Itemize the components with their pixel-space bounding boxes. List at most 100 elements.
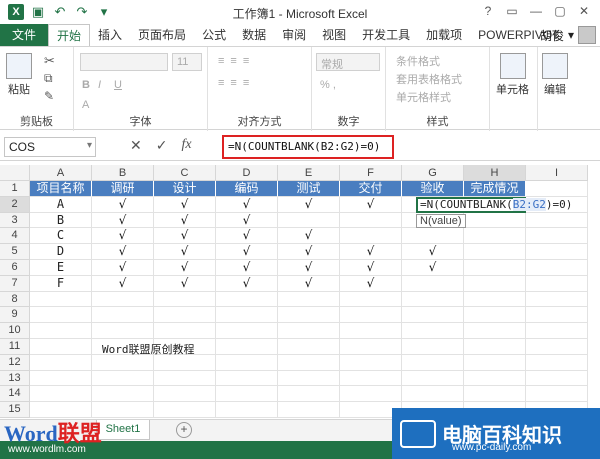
grid-cell[interactable] [526, 212, 588, 229]
grid-cell[interactable] [92, 370, 154, 387]
check-cell[interactable]: √ [340, 196, 402, 213]
save-icon[interactable]: ▣ [30, 4, 46, 20]
check-cell[interactable]: √ [92, 244, 154, 260]
row-header[interactable]: 13 [0, 370, 30, 387]
check-cell[interactable]: √ [92, 260, 154, 276]
number-format-select[interactable]: 常规 [316, 53, 380, 71]
grid-cell[interactable] [526, 339, 588, 355]
grid-cell[interactable] [526, 291, 588, 308]
grid-cell[interactable] [526, 354, 588, 371]
grid-cell[interactable] [464, 244, 526, 260]
check-cell[interactable]: √ [92, 275, 154, 292]
italic-button[interactable]: I [98, 79, 101, 91]
check-cell[interactable] [340, 212, 402, 229]
check-cell[interactable]: √ [340, 260, 402, 276]
grid-cell[interactable] [526, 275, 588, 292]
grid-cell[interactable] [92, 307, 154, 324]
column-header[interactable]: F [340, 165, 402, 181]
project-name-cell[interactable]: A [30, 196, 92, 213]
row-header[interactable]: 8 [0, 291, 30, 308]
project-name-cell[interactable]: F [30, 275, 92, 292]
grid-cell[interactable] [526, 370, 588, 387]
check-cell[interactable]: √ [154, 228, 216, 245]
enter-icon[interactable]: ✓ [156, 137, 168, 154]
tab-data[interactable]: 数据 [234, 24, 274, 46]
conditional-format-button[interactable]: 条件格式 [396, 53, 440, 69]
cells-button[interactable]: 单元格 [496, 53, 529, 97]
check-cell[interactable] [278, 212, 340, 229]
column-header[interactable]: G [402, 165, 464, 181]
close-button[interactable]: ✕ [572, 0, 596, 22]
grid-cell[interactable] [30, 307, 92, 324]
row-header[interactable]: 6 [0, 260, 30, 276]
help-button[interactable]: ? [476, 0, 500, 22]
grid-cell[interactable] [526, 228, 588, 245]
check-cell[interactable]: √ [92, 228, 154, 245]
grid-cell[interactable] [464, 354, 526, 371]
check-cell[interactable]: √ [154, 260, 216, 276]
tab-home[interactable]: 开始 [48, 24, 91, 46]
check-cell[interactable]: √ [402, 244, 464, 260]
paste-button[interactable]: 粘贴 [6, 53, 32, 97]
select-all-corner[interactable] [0, 165, 30, 181]
grid-cell[interactable] [278, 291, 340, 308]
check-cell[interactable]: √ [216, 260, 278, 276]
customize-qat-icon[interactable]: ▾ [96, 4, 112, 20]
grid-cell[interactable] [154, 323, 216, 339]
grid-cell[interactable] [402, 354, 464, 371]
grid-cell[interactable] [30, 354, 92, 371]
grid-cell[interactable] [402, 370, 464, 387]
check-cell[interactable] [340, 228, 402, 245]
grid-cell[interactable] [526, 244, 588, 260]
project-name-cell[interactable]: D [30, 244, 92, 260]
row-header[interactable]: 4 [0, 228, 30, 245]
check-cell[interactable]: √ [278, 196, 340, 213]
check-cell[interactable]: √ [278, 260, 340, 276]
check-cell[interactable]: √ [402, 260, 464, 276]
check-cell[interactable]: √ [216, 228, 278, 245]
grid-cell[interactable] [526, 323, 588, 339]
cancel-icon[interactable]: ✕ [130, 137, 142, 154]
font-color-icon[interactable]: A [82, 99, 89, 111]
row-header[interactable]: 1 [0, 181, 30, 197]
grid-cell[interactable] [464, 275, 526, 292]
grid-cell[interactable] [464, 386, 526, 403]
align-icons-2[interactable]: ≡≡≡ [218, 77, 255, 89]
row-header[interactable]: 11 [0, 339, 30, 355]
check-cell[interactable]: √ [340, 244, 402, 260]
check-cell[interactable]: √ [92, 196, 154, 213]
user-account[interactable]: 胡俊 ▾ [540, 26, 596, 44]
maximize-button[interactable]: ▢ [548, 0, 572, 22]
grid-cell[interactable] [154, 386, 216, 403]
grid-cell[interactable] [216, 354, 278, 371]
tab-review[interactable]: 审阅 [274, 24, 314, 46]
column-header[interactable]: I [526, 165, 588, 181]
check-cell[interactable] [402, 228, 464, 245]
grid-cell[interactable] [526, 307, 588, 324]
tab-file[interactable]: 文件 [0, 24, 49, 46]
editing-button[interactable]: 编辑 [542, 53, 568, 97]
column-header[interactable]: C [154, 165, 216, 181]
sheet-tab-sheet1[interactable]: Sheet1 [96, 420, 150, 440]
formula-input[interactable]: =N(COUNTBLANK(B2:G2)=0) [222, 135, 394, 159]
grid-cell[interactable] [464, 370, 526, 387]
grid-cell[interactable] [340, 323, 402, 339]
grid-cell[interactable] [278, 386, 340, 403]
check-cell[interactable]: √ [278, 244, 340, 260]
cell-styles-button[interactable]: 单元格样式 [396, 89, 451, 105]
tab-view[interactable]: 视图 [314, 24, 354, 46]
grid-cell[interactable] [464, 260, 526, 276]
grid-cell[interactable] [402, 386, 464, 403]
grid-cell[interactable] [30, 291, 92, 308]
grid-cell[interactable] [278, 402, 340, 418]
check-cell[interactable]: √ [278, 275, 340, 292]
grid-cell[interactable] [216, 386, 278, 403]
grid-cell[interactable] [92, 323, 154, 339]
grid-cell[interactable] [464, 323, 526, 339]
column-header[interactable]: B [92, 165, 154, 181]
project-name-cell[interactable]: C [30, 228, 92, 245]
font-name-select[interactable] [80, 53, 168, 71]
bold-button[interactable]: B [82, 79, 90, 91]
row-header[interactable]: 14 [0, 386, 30, 403]
grid-cell[interactable] [216, 339, 278, 355]
